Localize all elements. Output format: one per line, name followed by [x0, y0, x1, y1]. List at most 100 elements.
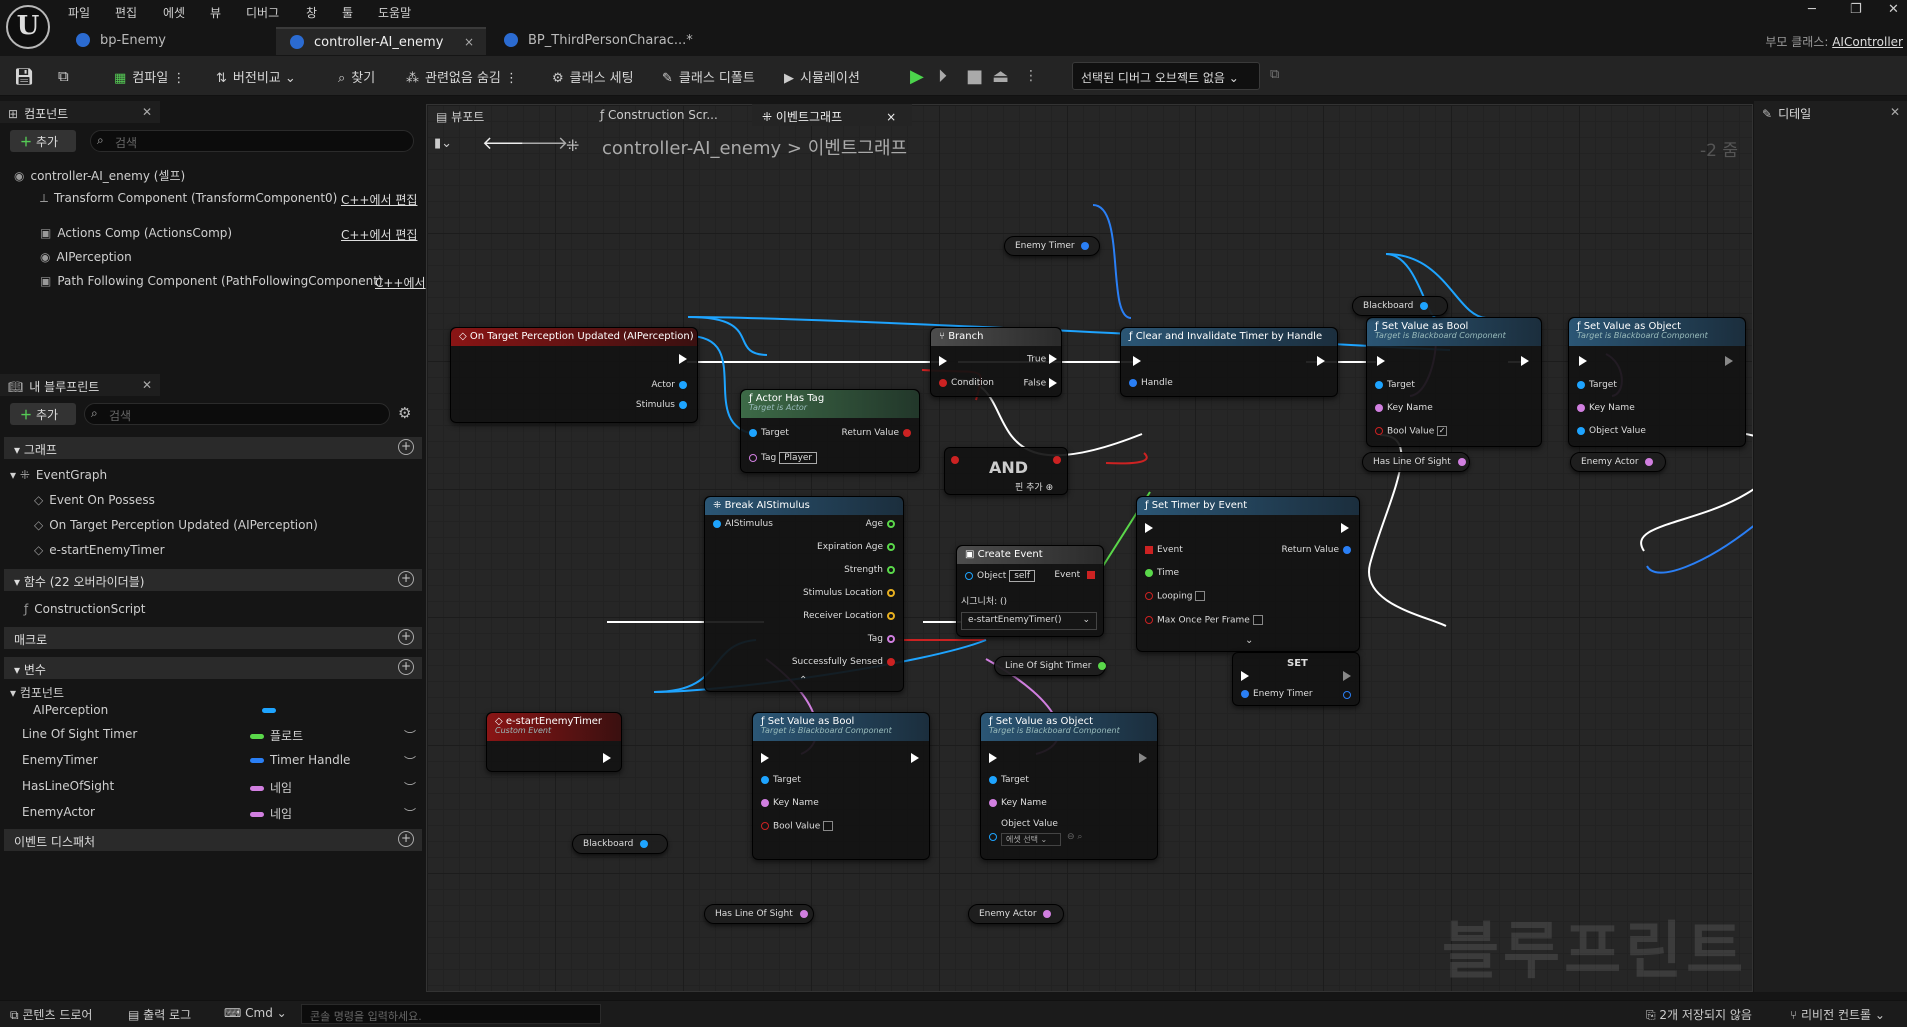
pin-strength[interactable]: Strength	[844, 565, 899, 575]
menu-asset[interactable]: 에셋	[163, 4, 185, 21]
eye-icon[interactable]: ︶	[404, 727, 416, 744]
compile-button[interactable]: ▦ 컴파일 ⋮	[114, 67, 185, 86]
pin-stimulus[interactable]: Stimulus	[636, 400, 691, 410]
class-defaults-button[interactable]: ✎ 클래스 디폴트	[662, 67, 755, 86]
restore-button[interactable]: ❐	[1850, 2, 1862, 17]
asset-browse-icons[interactable]: ⊖ ⌕	[1067, 832, 1082, 842]
add-function-icon[interactable]: +	[398, 571, 414, 587]
simulation-button[interactable]: ▶ 시뮬레이션	[784, 67, 860, 86]
exec-pin-in[interactable]	[989, 753, 997, 763]
pin-key-name[interactable]: Key Name	[757, 798, 819, 808]
var-node-has-los[interactable]: Has Line Of Sight	[1362, 452, 1470, 472]
pin-tag[interactable]: Tag	[868, 634, 899, 644]
pin-dot[interactable]	[989, 833, 997, 841]
add-pin-button[interactable]: 핀 추가 ⊕	[1015, 480, 1053, 493]
pin-max-once[interactable]: Max Once Per Frame	[1141, 615, 1263, 626]
add-member-button[interactable]: ＋ 추가	[10, 403, 76, 425]
component-item[interactable]: ▣ Path Following Component (PathFollowing…	[40, 274, 383, 288]
category-dispatchers[interactable]: 이벤트 디스패처 +	[4, 829, 422, 851]
looping-checkbox[interactable]	[1195, 591, 1206, 601]
menu-file[interactable]: 파일	[68, 4, 90, 21]
pin-tag[interactable]: Tag Player	[745, 452, 818, 464]
bool-checkbox[interactable]	[823, 821, 834, 831]
detail-panel-header[interactable]: ✎ 디테일	[1754, 101, 1907, 123]
component-root[interactable]: ◉ controller-AI_enemy (셀프)	[14, 167, 185, 184]
pin-key-name[interactable]: Key Name	[1371, 403, 1433, 413]
pin-target[interactable]: Target	[745, 428, 789, 438]
add-variable-icon[interactable]: +	[398, 659, 414, 675]
menu-tools[interactable]: 툴	[342, 4, 353, 21]
debug-browse-icon[interactable]: ⧉	[1270, 67, 1279, 82]
event-item[interactable]: ◇ On Target Perception Updated (AIPercept…	[34, 518, 318, 532]
pin-return-value[interactable]: Return Value	[1282, 545, 1355, 555]
revision-control-button[interactable]: ⑂ 리비전 컨트롤 ⌄	[1790, 1006, 1885, 1023]
exec-pin-out[interactable]	[911, 753, 919, 763]
pin-receiver-location[interactable]: Receiver Location	[803, 611, 899, 621]
eject-icon[interactable]: ⏏	[992, 66, 1009, 87]
var-node-enemy-actor[interactable]: Enemy Actor	[968, 904, 1064, 924]
console-command-input[interactable]: 콘솔 명령을 입력하세요.	[301, 1004, 601, 1024]
tab-event-graph[interactable]: ⁜ 이벤트그래프 ×	[752, 104, 912, 126]
exec-pin-in[interactable]	[1241, 671, 1249, 681]
var-node-los-timer[interactable]: Line Of Sight Timer	[994, 656, 1107, 676]
pin-age[interactable]: Age	[866, 519, 899, 529]
object-input[interactable]: self	[1009, 570, 1036, 582]
category-variables[interactable]: ▾ 변수 +	[4, 657, 422, 679]
pin-target[interactable]: Target	[757, 775, 801, 785]
close-detail-icon[interactable]: ✕	[1890, 105, 1900, 119]
close-tab-icon[interactable]: ×	[886, 110, 896, 124]
components-subcategory[interactable]: ▾ 컴포넌트	[10, 684, 64, 701]
exec-pin-out[interactable]	[1725, 356, 1733, 366]
component-item[interactable]: ◉ AIPerception	[40, 250, 132, 264]
edit-in-cpp-link[interactable]: C++에서 편집	[341, 191, 417, 208]
unsaved-button[interactable]: ⎘ 2개 저장되지 않음	[1646, 1006, 1752, 1023]
breadcrumb-root[interactable]: controller-AI_enemy	[602, 138, 781, 159]
node-on-target-perception[interactable]: ◇ On Target Perception Updated (AIPercep…	[450, 327, 698, 423]
unreal-logo-icon[interactable]: U	[6, 5, 50, 49]
pin-dot[interactable]	[951, 456, 959, 464]
output-log-button[interactable]: ▤ 출력 로그	[128, 1006, 191, 1023]
doc-tab-bp-enemy[interactable]: bp-Enemy	[62, 27, 272, 55]
components-panel-header[interactable]: ⊞ 컴포넌트	[0, 101, 160, 123]
category-functions[interactable]: ▾ 함수 (22 오버라이더블) +	[4, 569, 422, 591]
node-custom-event[interactable]: ◇ e-startEnemyTimer Custom Event	[486, 712, 622, 772]
pin-dot[interactable]	[1343, 691, 1351, 699]
components-search-input[interactable]: ⌕ 검색	[90, 130, 414, 152]
edit-in-cpp-link[interactable]: C++에서 편집	[341, 226, 417, 243]
my-blueprint-search-input[interactable]: ⌕ 검색	[84, 403, 390, 425]
event-graph-item[interactable]: ▾ ⁜ EventGraph	[10, 468, 107, 482]
exec-pin-out[interactable]	[1521, 356, 1529, 366]
doc-tab-third-person[interactable]: BP_ThirdPersonCharac...*	[490, 27, 700, 55]
variable-type[interactable]: 플로트	[250, 727, 303, 744]
variable-row[interactable]: Line Of Sight Timer	[22, 727, 137, 741]
stop-icon[interactable]: ■	[966, 66, 983, 87]
pin-object[interactable]: Object self	[961, 570, 1036, 582]
eye-icon[interactable]: ︶	[404, 805, 416, 822]
pin-event[interactable]: Event	[1141, 545, 1183, 555]
collapse-chevron-up-icon[interactable]: ⌃	[799, 675, 807, 686]
minimize-button[interactable]: ─	[1808, 2, 1816, 17]
close-my-blueprint-icon[interactable]: ✕	[142, 378, 152, 392]
bookmark-icon[interactable]: ▮⌄	[434, 136, 452, 151]
edit-in-cpp-link[interactable]: C++에서	[375, 274, 426, 291]
add-graph-icon[interactable]: +	[398, 439, 414, 455]
variable-row[interactable]: EnemyTimer	[22, 753, 98, 767]
node-set-object-1[interactable]: ƒ Set Value as Object Target is Blackboar…	[1568, 317, 1746, 447]
doc-tab-controller[interactable]: controller-AI_enemy ×	[276, 27, 486, 55]
add-macro-icon[interactable]: +	[398, 629, 414, 645]
pin-target[interactable]: Target	[1371, 380, 1415, 390]
eye-icon[interactable]: ︶	[404, 779, 416, 796]
var-node-has-los[interactable]: Has Line Of Sight	[704, 904, 814, 924]
hide-unrelated-button[interactable]: ⁂ 관련없음 숨김 ⋮	[406, 67, 518, 86]
component-item[interactable]: ▣ Actions Comp (ActionsComp)	[40, 226, 232, 240]
pin-actor[interactable]: Actor	[651, 380, 691, 390]
var-node-enemy-actor[interactable]: Enemy Actor	[1570, 452, 1666, 472]
exec-pin-out[interactable]	[603, 753, 611, 763]
variable-type[interactable]: Timer Handle	[250, 753, 350, 767]
node-set-enemy-timer[interactable]: SET Enemy Timer	[1232, 652, 1360, 706]
pin-ai-stimulus[interactable]: AIStimulus	[709, 519, 773, 529]
content-drawer-button[interactable]: ⧉ 콘텐츠 드로어	[10, 1006, 92, 1023]
pin-event[interactable]: Event	[1054, 570, 1099, 580]
pin-time[interactable]: Time	[1141, 568, 1179, 578]
tab-construction[interactable]: ƒ Construction Scr...	[590, 104, 750, 126]
